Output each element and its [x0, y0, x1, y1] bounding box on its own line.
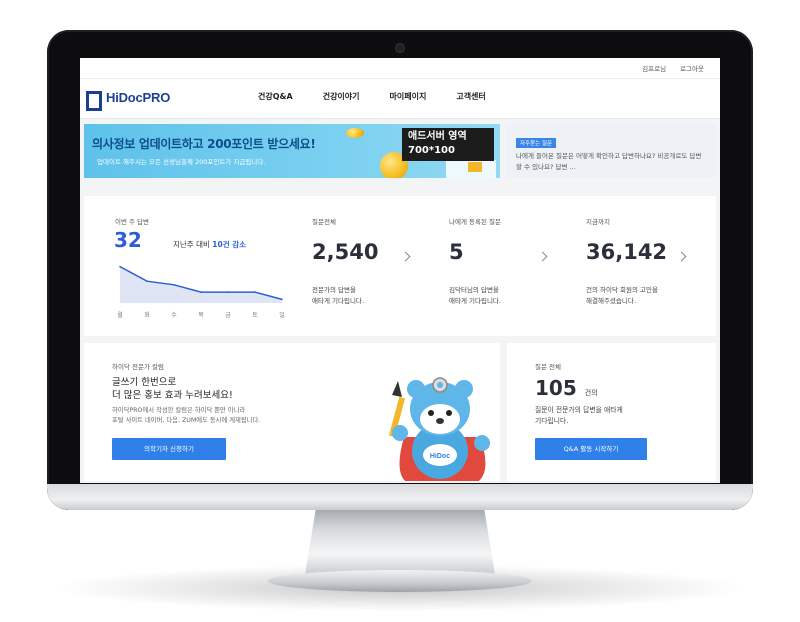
qa-count: 105 건의: [535, 376, 598, 400]
my-questions-value: 5: [449, 240, 464, 264]
my-questions-label: 나에게 등록된 질문: [449, 218, 501, 226]
desc-line: 해결해주셨습니다.: [586, 297, 636, 305]
column-desc-line: 포털 사이트 네이버, 다음, ZUM에도 동시에 게재됩니다.: [112, 417, 261, 424]
so-far-desc: 건의 하이닥 회원의 고민을 해결해주셨습니다.: [586, 285, 658, 307]
nav-menu: 건강Q&A 건강이야기 마이페이지 고객센터: [258, 91, 486, 102]
hidoc-mascot-icon: HiDoc: [388, 377, 490, 481]
nav-item-customer-center[interactable]: 고객센터: [456, 91, 485, 102]
stats-panel: 이번 주 답변 32 지난주 대비 10건 감소 월 화 수 목 금 토 일 질문전체 2,…: [84, 196, 716, 336]
chart-area: [120, 266, 282, 303]
banner-row: 의사정보 업데이트하고 200포인트 받으세요! 업데이트 해주시는 모든 선생…: [84, 124, 716, 180]
weekly-answers-label: 이번 주 답변: [115, 218, 150, 226]
total-questions-desc: 전문가의 답변을 애타게 기다립니다.: [312, 285, 364, 307]
weekly-answers-chart: 월화수목금토일: [117, 265, 285, 319]
column-card: 하이닥 전문가 칼럼 글쓰기 한번으로 더 많은 홍보 효과 누려보세요! 하이…: [84, 343, 500, 481]
logout-link[interactable]: 로그아웃: [680, 63, 704, 73]
monitor-stand: [305, 505, 495, 575]
chart-point: [227, 291, 229, 293]
chart-tick-label: 수: [171, 312, 177, 319]
qa-count-value: 105: [535, 376, 577, 400]
chart-tick-label: 금: [225, 312, 231, 319]
logo-bracket-icon: [86, 90, 102, 111]
screen: 김프로님 로그아웃 HiDocPRO 건강Q&A 건강이야기 마이페이지 고객센…: [80, 58, 720, 483]
faq-panel[interactable]: 자주묻는 질문 나에게 들어온 질문은 어떻게 확인하고 답변하나요? 비공개로…: [506, 124, 716, 178]
chart-point: [254, 291, 256, 293]
nav-item-health-story[interactable]: 건강이야기: [323, 91, 360, 102]
weekly-compare-prefix: 지난주 대비: [173, 240, 210, 249]
qa-desc: 질문이 전문가의 답변을 애타게 기다립니다.: [535, 405, 623, 427]
banner-title: 의사정보 업데이트하고 200포인트 받으세요!: [92, 137, 316, 151]
apply-medical-reporter-button[interactable]: 의학기자 신청하기: [112, 438, 226, 460]
ad-size: 700*100: [408, 145, 455, 156]
chart-tick-label: 월: [117, 311, 123, 319]
so-far-label: 지금까지: [586, 218, 610, 226]
chart-point: [119, 265, 121, 268]
column-desc: 하이닥PRO에서 작성한 칼럼은 하이닥 뿐만 아니라 포털 사이트 네이버, …: [112, 406, 260, 426]
column-title-line: 더 많은 홍보 효과 누려보세요!: [112, 390, 233, 401]
ad-title: 애드서버 영역: [408, 131, 467, 142]
weekly-answers-value: 32: [114, 228, 142, 252]
so-far-value: 36,142: [586, 240, 668, 264]
weekly-compare-value: 10건 감소: [212, 240, 247, 249]
my-questions-arrow-icon[interactable]: [537, 251, 548, 262]
qa-count-unit: 건의: [584, 389, 598, 397]
my-questions-desc: 김닥터님의 답변을 애타게 기다립니다.: [449, 285, 501, 307]
coin-icon: [346, 128, 364, 138]
ad-server-area: 애드서버 영역 700*100: [402, 128, 494, 161]
column-title: 글쓰기 한번으로 더 많은 홍보 효과 누려보세요!: [112, 376, 233, 402]
faq-text: 나에게 들어온 질문은 어떻게 확인하고 답변하나요? 비공개로도 답변할 수 …: [516, 152, 702, 171]
total-questions-value: 2,540: [312, 240, 379, 264]
desc-line: 애타게 기다립니다.: [449, 297, 501, 305]
qa-desc-line: 질문이 전문가의 답변을 애타게: [535, 406, 623, 414]
chart-point: [200, 291, 202, 293]
main-navigation: HiDocPRO 건강Q&A 건강이야기 마이페이지 고객센터: [80, 79, 720, 119]
camera-icon: [396, 44, 404, 52]
promo-banner[interactable]: 의사정보 업데이트하고 200포인트 받으세요! 업데이트 해주시는 모든 선생…: [84, 124, 500, 178]
chart-tick-label: 토: [252, 312, 258, 319]
top-utility-bar: 김프로님 로그아웃: [80, 58, 720, 79]
hidocpro-logo[interactable]: HiDocPRO: [86, 90, 171, 111]
column-desc-line: 하이닥PRO에서 작성한 칼럼은 하이닥 뿐만 아니라: [112, 407, 246, 414]
laptop-screen-icon: [468, 162, 482, 172]
user-name-link[interactable]: 김프로님: [642, 63, 666, 73]
qa-desc-line: 기다립니다.: [535, 417, 569, 425]
so-far-arrow-icon[interactable]: [676, 251, 687, 262]
faq-tag: 자주묻는 질문: [516, 138, 557, 148]
chart-point: [146, 280, 148, 282]
qa-card: 질문 전체 105 건의 질문이 전문가의 답변을 애타게 기다립니다. Q&A…: [507, 343, 716, 481]
column-title-line: 글쓰기 한번으로: [112, 377, 177, 388]
chart-tick-label: 일: [279, 311, 285, 319]
weekly-compare: 지난주 대비 10건 감소: [173, 239, 246, 250]
banner-subtitle: 업데이트 해주시는 모든 선생님들께 200포인트가 지급됩니다.: [97, 158, 266, 166]
monitor-chin: [47, 484, 753, 510]
total-questions-arrow-icon[interactable]: [400, 251, 411, 262]
monitor-stand-base: [268, 570, 532, 592]
nav-item-health-qa[interactable]: 건강Q&A: [258, 91, 293, 102]
mascot-badge-text: HiDoc: [430, 453, 450, 460]
chart-point: [281, 298, 283, 301]
chart-tick-label: 목: [198, 312, 204, 319]
logo-text: HiDocPRO: [106, 90, 171, 105]
desc-line: 김닥터님의 답변을: [449, 286, 499, 294]
total-questions-label: 질문전체: [312, 218, 336, 226]
chart-point: [173, 284, 175, 286]
column-label: 하이닥 전문가 칼럼: [112, 363, 164, 371]
desc-line: 애타게 기다립니다.: [312, 297, 364, 305]
start-qa-activity-button[interactable]: Q&A 활동 시작하기: [535, 438, 647, 460]
chart-tick-label: 화: [144, 312, 150, 319]
desc-line: 건의 하이닥 회원의 고민을: [586, 286, 658, 294]
nav-item-mypage[interactable]: 마이페이지: [390, 91, 427, 102]
desc-line: 전문가의 답변을: [312, 286, 356, 294]
qa-label: 질문 전체: [535, 363, 561, 371]
